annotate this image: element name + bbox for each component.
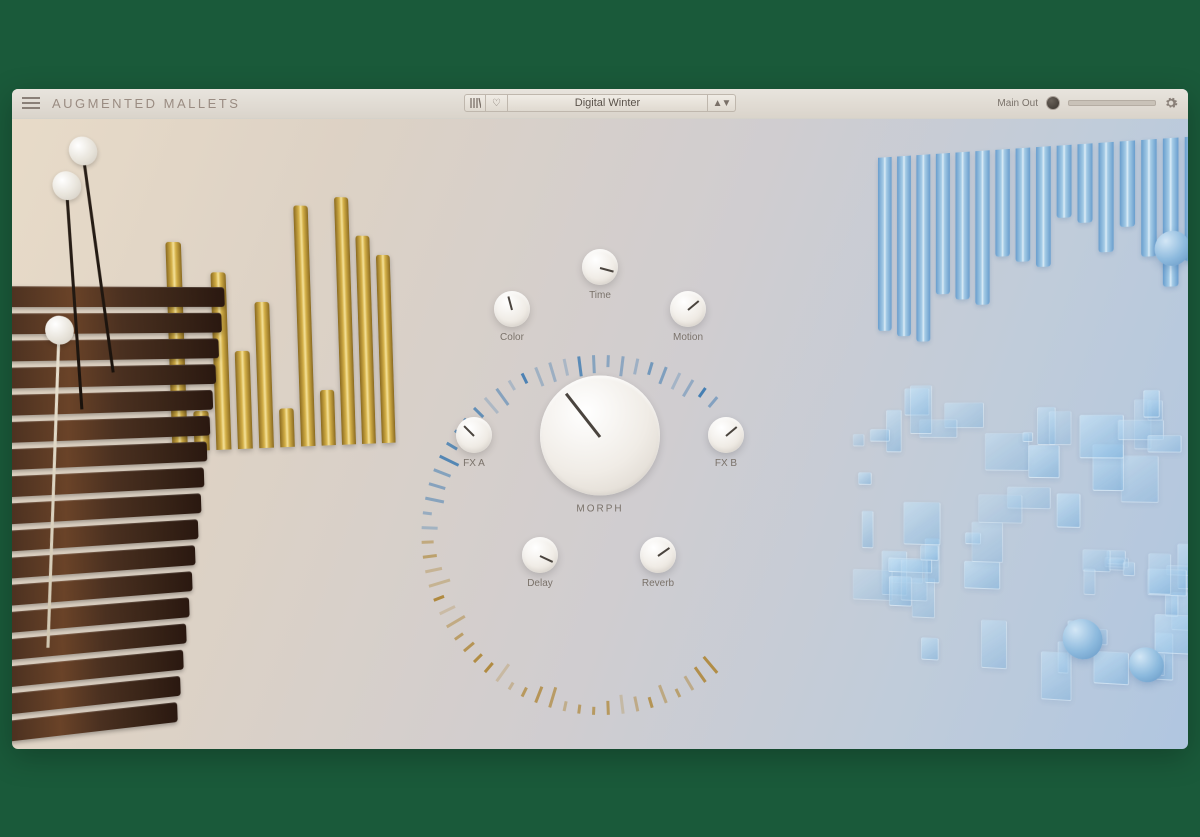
menu-icon[interactable] bbox=[22, 97, 40, 109]
delay-knob[interactable]: Delay bbox=[522, 537, 558, 589]
preset-browser: ♡ Digital Winter ▲▼ bbox=[464, 94, 736, 112]
main-out-label: Main Out bbox=[997, 98, 1038, 109]
morph-label: MORPH bbox=[540, 503, 660, 514]
motion-knob[interactable]: Motion bbox=[670, 291, 706, 343]
preset-prev-next-icon[interactable]: ▲▼ bbox=[708, 94, 736, 112]
gear-icon[interactable] bbox=[1164, 96, 1178, 110]
art-left-marimba bbox=[12, 105, 356, 748]
product-title: AUGMENTED MALLETS bbox=[52, 96, 240, 111]
reverb-knob[interactable]: Reverb bbox=[640, 537, 676, 589]
library-icon[interactable] bbox=[464, 94, 486, 112]
main-out-slider[interactable] bbox=[1068, 100, 1156, 106]
fxa-knob[interactable]: FX A bbox=[456, 417, 492, 469]
favorite-icon[interactable]: ♡ bbox=[486, 94, 508, 112]
art-right-crystal bbox=[842, 100, 1188, 748]
fxb-knob[interactable]: FX B bbox=[708, 417, 744, 469]
color-knob[interactable]: Color bbox=[494, 291, 530, 343]
morph-knob[interactable]: MORPH bbox=[540, 375, 660, 514]
main-out-knob[interactable] bbox=[1046, 96, 1060, 110]
time-knob[interactable]: Time bbox=[582, 249, 618, 301]
knob-cluster: MORPH Time Color Motion FX A FX B Delay … bbox=[400, 245, 800, 645]
toolbar: AUGMENTED MALLETS ♡ Digital Winter ▲▼ Ma… bbox=[12, 89, 1188, 119]
plugin-window: AUGMENTED MALLETS ♡ Digital Winter ▲▼ Ma… bbox=[12, 89, 1188, 749]
preset-name-button[interactable]: Digital Winter bbox=[508, 94, 708, 112]
